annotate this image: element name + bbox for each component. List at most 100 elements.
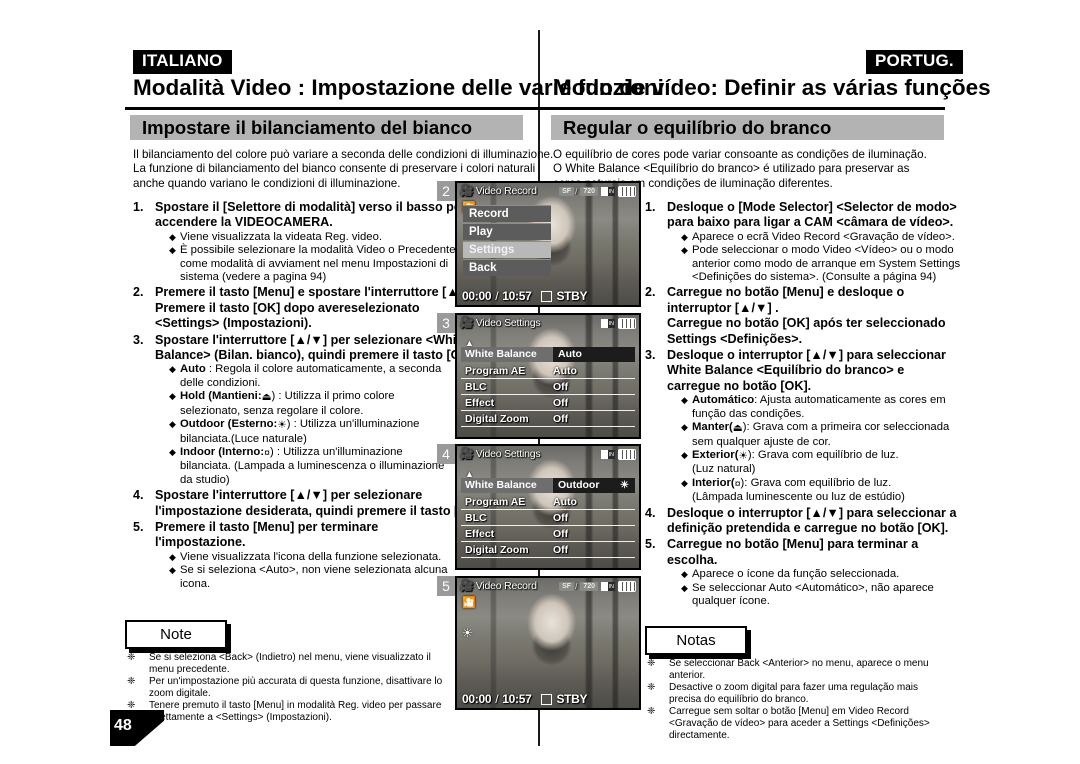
bullet-text: Aparece o ecrã Video Record <Gravação de…	[692, 231, 963, 244]
step-heading: Spostare l'interruttore [▲/▼] per selezi…	[155, 488, 485, 519]
settings-key: White Balance	[461, 347, 553, 362]
menu-item-back[interactable]: Back	[463, 259, 551, 276]
lcd-screenshot-4: 🎥Video Settings▲White BalanceOutdoor☀Pro…	[455, 444, 641, 570]
step-heading: Desloque o interruptor [▲/▼] para selecc…	[667, 348, 963, 394]
settings-row-digital-zoom[interactable]: Digital Zoom Off	[461, 411, 635, 427]
step-heading-line: <Settings> (Impostazioni).	[155, 316, 312, 331]
menu-item-record[interactable]: Record	[463, 205, 551, 222]
step-heading: Spostare l'interruttore [▲/▼] per selezi…	[155, 333, 477, 364]
page-number-badge: 48	[110, 710, 164, 746]
bullet-line: selezionato, senza regolare il colore.	[180, 404, 364, 417]
battery-icon	[618, 448, 636, 460]
step-heading-line: Carregue no botão [Menu] para terminar a	[667, 537, 919, 552]
lcd-popup-menu[interactable]: Record Play Settings Back	[463, 205, 551, 277]
step-heading-line: Balance> (Bilan. bianco), quindi premere…	[155, 348, 478, 363]
lcd-status-bar: 🎥 Video Settings	[457, 315, 639, 331]
settings-list[interactable]: ▲ White Balance Auto Program AE Auto BLC Off Ef…	[461, 339, 635, 427]
bullet-term: Hold (Mantieni:	[180, 390, 262, 403]
scroll-up-arrow-icon[interactable]: ▲	[461, 339, 635, 348]
resolution-chip: 720	[580, 581, 598, 591]
step-body: Spostare l'interruttore [▲/▼] per selezi…	[155, 333, 477, 487]
elapsed-time: 00:00	[462, 289, 492, 303]
bullet-term: Auto	[180, 363, 206, 376]
bullet-line: Se si seleziona <Auto>, non viene selezi…	[180, 564, 448, 577]
settings-value: Off	[553, 527, 569, 540]
settings-row-white-balance[interactable]: White Balance Auto	[461, 347, 635, 362]
step-number: 2.	[645, 285, 656, 300]
step-heading-line: Settings <Definições>.	[667, 331, 803, 346]
settings-row-effect[interactable]: Effect Off	[461, 526, 635, 542]
step-heading-line: definição pretendida e carregue no botão…	[667, 520, 949, 535]
settings-row-program-ae[interactable]: Program AE Auto	[461, 363, 635, 379]
note-box-italian: Note	[125, 620, 227, 649]
lcd-preview-image	[457, 578, 639, 708]
settings-list[interactable]: ▲ White Balance Outdoor ☀ Program AE Auto BLC O…	[461, 470, 635, 558]
note-line: precisa do equilíbrio do branco.	[669, 693, 809, 705]
menu-item-play[interactable]: Play	[463, 223, 551, 240]
bullet-line: <Definições do sistema>. (Consulte a pág…	[692, 271, 937, 284]
diamond-bullet-icon: ◆	[681, 477, 688, 488]
bullet-item: ◆ Automático: Ajusta automaticamente as c…	[667, 394, 963, 421]
bullet-text: Se si seleziona <Auto>, non viene selezi…	[180, 564, 458, 591]
step-heading-line: Premere il tasto [OK] dopo avereselezion…	[155, 300, 420, 315]
lcd-mode-label: Video Record	[475, 185, 537, 197]
note-box-portuguese: Notas	[645, 626, 747, 655]
bullet-text: È possibile selezionare la modalità Vide…	[180, 244, 466, 284]
settings-row-white-balance[interactable]: White Balance Outdoor ☀	[461, 478, 635, 493]
bullet-line: (Luz natural)	[692, 463, 756, 476]
bullet-item: ◆ Aparece o ícone da função seleccionada.	[667, 568, 963, 581]
settings-row-digital-zoom[interactable]: Digital Zoom Off	[461, 542, 635, 558]
step-heading-line: accendere la VIDEOCAMERA.	[155, 215, 333, 230]
diamond-bullet-icon: ◆	[681, 231, 688, 242]
settings-row-effect[interactable]: Effect Off	[461, 395, 635, 411]
bullet-text: Auto : Regola il colore automaticamente,…	[180, 363, 477, 390]
settings-value: Off	[553, 396, 569, 409]
note-line: zoom digitale.	[149, 687, 211, 699]
step-body: Desloque o interruptor [▲/▼] para selecc…	[667, 348, 963, 504]
step-item: 2. Premere il tasto [Menu] e spostare l'i…	[133, 285, 482, 331]
remaining-time: 10:57	[502, 289, 532, 303]
menu-item-settings[interactable]: Settings	[463, 241, 551, 258]
chapter-title-portuguese: Modo de vídeo: Definir as várias funções	[553, 75, 991, 100]
settings-key: Digital Zoom	[465, 412, 529, 425]
bullet-item: ◆ È possibile selezionare la modalità Vid…	[155, 244, 466, 284]
bullet-line: bilanciata.(Luce naturale)	[180, 432, 307, 445]
settings-key: Effect	[465, 396, 495, 409]
header-rule	[125, 107, 945, 110]
scroll-up-arrow-icon[interactable]: ▲	[461, 470, 635, 479]
step-heading: Premere il tasto [Menu] e spostare l'int…	[155, 285, 482, 331]
note-line: <Gravação de vídeo> para aceder a Settin…	[669, 717, 930, 729]
step-heading: Carregue no botão [Menu] para terminar a…	[667, 537, 963, 568]
settings-key: BLC	[465, 380, 487, 393]
battery-icon	[618, 185, 636, 197]
note-line: menu precedente.	[149, 663, 230, 675]
settings-value: Auto	[553, 495, 577, 508]
hold-icon: ⏏	[732, 422, 743, 435]
bullet-line: Interior( ¤): Grava com equilíbrio de lu…	[692, 476, 892, 490]
status-text: STBY	[556, 692, 588, 706]
step-body: Carregue no botão [Menu] e desloque o int…	[667, 285, 963, 347]
step-badge-3: 3	[437, 313, 455, 333]
step-heading-line: Carregue no botão [Menu] e desloque o	[667, 285, 905, 300]
note-bullet-icon: ❈	[127, 676, 136, 688]
settings-row-blc[interactable]: BLC Off	[461, 510, 635, 526]
settings-value: Auto	[553, 364, 577, 377]
lcd-screenshot-3: 🎥Video Settings ▲White BalanceAutoProgram…	[455, 313, 641, 439]
bullet-text: Hold (Mantieni: ⏏) : Utilizza il primo c…	[180, 390, 477, 418]
settings-row-blc[interactable]: BLC Off	[461, 379, 635, 395]
settings-row-program-ae[interactable]: Program AE Auto	[461, 494, 635, 510]
bullet-line: Aparece o ecrã Video Record <Gravação de…	[692, 230, 955, 243]
settings-value: Off	[553, 511, 569, 524]
step-number: 1.	[645, 200, 656, 214]
diamond-bullet-icon: ◆	[169, 364, 176, 375]
step-heading-line: Spostare l'interruttore [▲/▼] per selezi…	[155, 488, 423, 503]
step-heading-line: escolha.	[667, 552, 718, 567]
step-number: 2.	[133, 285, 144, 300]
chip-separator: /	[575, 186, 578, 196]
bullet-item: ◆ Hold (Mantieni: ⏏) : Utilizza il primo …	[155, 390, 477, 418]
note-item: ❈ Se seleccionar Back <Anterior> no menu,…	[645, 658, 990, 681]
bullet-term: Indoor (Interno:	[180, 445, 265, 458]
bullet-text: Manter( ⏏): Grava com a primeira cor sel…	[692, 421, 963, 449]
bullet-line: Outdoor (Esterno: ☀) : Utilizza un'illum…	[180, 418, 420, 432]
step-body: Desloque o [Mode Selector] <Selector de …	[667, 200, 963, 284]
